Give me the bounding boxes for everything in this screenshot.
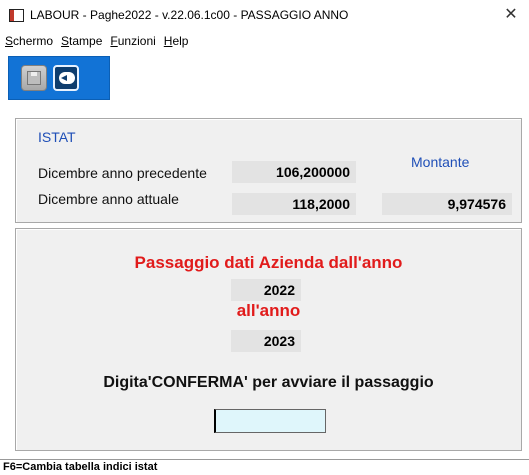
passaggio-title: Passaggio dati Azienda dall'anno [134,253,403,272]
montante-field: 9,974576 [382,193,512,215]
status-bar: F6=Cambia tabella indici istat [0,459,529,475]
save-disk-icon [27,71,41,85]
to-year-field: 2023 [231,330,301,352]
to-year-label: all'anno [236,301,301,320]
close-button[interactable]: ✕ [499,4,523,26]
back-arrow-icon [59,72,75,84]
window-title: LABOUR - Paghe2022 - v.22.06.1c00 - PASS… [30,8,349,22]
montante-label: Montante [411,154,470,170]
menu-funzioni[interactable]: Funzioni [110,34,155,48]
confirm-input[interactable] [214,409,326,433]
back-button[interactable] [53,65,79,91]
save-button[interactable] [21,65,47,91]
toolbar [8,56,110,100]
curr-year-index-field[interactable]: 118,2000 [232,193,356,215]
istat-panel: ISTAT Dicembre anno precedente 106,20000… [15,118,522,223]
menu-stampe[interactable]: Stampe [61,34,102,48]
passaggio-panel: Passaggio dati Azienda dall'anno 2022 al… [15,228,522,451]
app-icon [9,9,24,22]
title-bar: LABOUR - Paghe2022 - v.22.06.1c00 - PASS… [0,0,529,30]
from-year-field: 2022 [231,279,301,301]
menu-help[interactable]: Help [164,34,189,48]
curr-year-label: Dicembre anno attuale [38,191,179,207]
menu-bar: Schermo Stampe Funzioni Help [0,30,529,52]
prev-year-index-field[interactable]: 106,200000 [232,161,356,183]
menu-schermo[interactable]: Schermo [5,34,53,48]
prev-year-label: Dicembre anno precedente [38,165,207,181]
confirm-prompt: Digita'CONFERMA' per avviare il passaggi… [103,374,434,391]
istat-title: ISTAT [38,129,76,145]
